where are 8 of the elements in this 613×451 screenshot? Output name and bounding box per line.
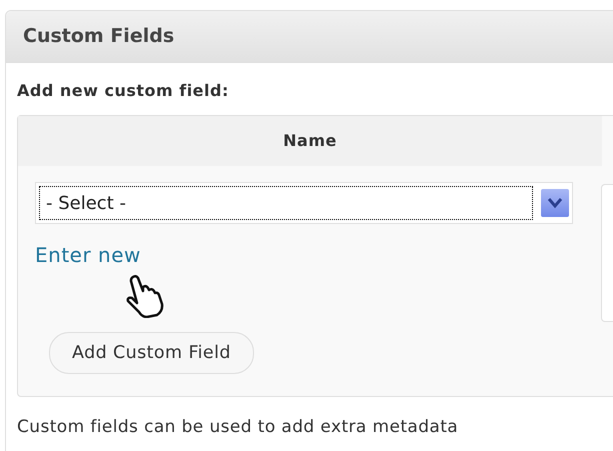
name-select[interactable]: - Select - — [35, 182, 573, 224]
chevron-down-icon — [547, 197, 563, 209]
description-text: Custom fields can be used to add extra metadata — [17, 416, 460, 439]
panel-title: Custom Fields — [23, 25, 174, 48]
enter-new-link[interactable]: Enter new — [35, 240, 141, 270]
add-custom-field-button[interactable]: Add Custom Field — [49, 332, 254, 374]
section-heading: Add new custom field: — [17, 80, 230, 102]
column-header: Name — [18, 116, 602, 166]
